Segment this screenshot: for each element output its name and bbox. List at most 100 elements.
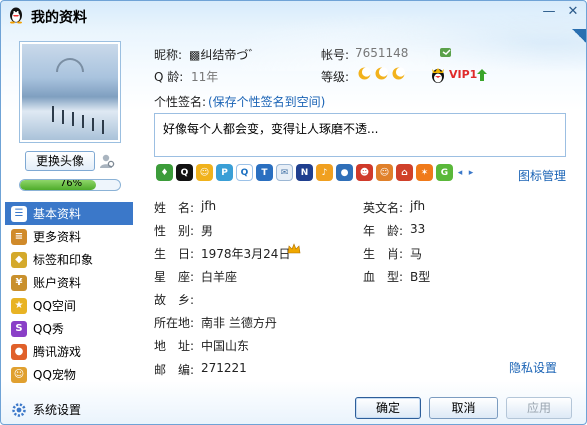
moon-icon [358, 67, 372, 80]
detail-label: 故 乡: [154, 293, 195, 307]
crown-icon [287, 243, 301, 254]
qq-penguin-icon [10, 7, 22, 24]
chevron-right-icon[interactable]: ▸ [467, 164, 475, 181]
change-avatar-button[interactable]: 更换头像 [25, 151, 95, 171]
detail-label: 年 龄: [363, 224, 404, 238]
detail-label: 邮 编: [154, 363, 195, 377]
title-bar[interactable]: 我的资料 — ✕ [1, 1, 586, 29]
sidebar-item-label: 账户资料 [33, 276, 82, 290]
sidebar-item[interactable]: ¥ 账户资料 [5, 271, 133, 294]
qqshow-icon: S [11, 320, 27, 337]
profile-window: 我的资料 — ✕ 更换头像 76% ☰ 基本资料 ≡ 更多资料 ◆ 标签和印象 ¥ 账户资料 ★… [0, 0, 587, 425]
detail-value: 1978年3月24日 [201, 247, 291, 261]
smiley-icon[interactable]: ☺ [196, 164, 213, 181]
detail-value: B型 [410, 270, 431, 284]
detail-label: 血 型: [363, 270, 404, 284]
vip-badge[interactable]: VIP1 [449, 68, 477, 81]
save-signature-link[interactable]: (保存个性签名到空间) [208, 93, 325, 110]
nickname-label: 昵称: [154, 48, 183, 62]
window-title: 我的资料 [31, 10, 87, 26]
id-card-icon: ☰ [11, 205, 27, 222]
detail-label: 英文名: [363, 201, 404, 215]
sidebar-item[interactable]: ★ QQ空间 [5, 294, 133, 317]
notebook-icon: ≡ [11, 228, 27, 245]
mail-icon[interactable]: ✉ [276, 164, 293, 181]
signature-input[interactable]: 好像每个人都会变，变得让人琢磨不透... [154, 113, 566, 157]
system-settings-label: 系统设置 [33, 403, 82, 417]
copy-account-icon[interactable] [439, 46, 453, 59]
cancel-button[interactable]: 取消 [429, 397, 498, 419]
game-icon: ● [11, 343, 27, 360]
sidebar-item[interactable]: ◆ 标签和印象 [5, 248, 133, 271]
nba-icon[interactable]: N [296, 164, 313, 181]
skin-corner-icon[interactable] [572, 29, 586, 43]
progress-text: 76% [59, 179, 83, 189]
detail-value: 南非 兰德方丹 [201, 316, 277, 330]
service-icon-row: ♦ Q ☺ P Q T ✉ N ♪ ● ☻ ☺ ⌂ ✶ G ◂ ▸ [156, 164, 475, 181]
p-icon[interactable]: P [216, 164, 233, 181]
window-controls: — ✕ [538, 3, 584, 21]
ball-icon[interactable]: ● [336, 164, 353, 181]
music-icon[interactable]: ♪ [316, 164, 333, 181]
detail-label: 姓 名: [154, 201, 195, 215]
detail-value: 马 [410, 247, 423, 261]
pet-icon[interactable]: ☻ [356, 164, 373, 181]
person-silhouette-icon[interactable] [99, 153, 115, 169]
sidebar-item-label: QQ空间 [33, 299, 76, 313]
qqshow-icon[interactable]: ☺ [376, 164, 393, 181]
detail-label: 生 肖: [363, 247, 404, 261]
house-icon[interactable]: ⌂ [396, 164, 413, 181]
sidebar-item[interactable]: ≡ 更多资料 [5, 225, 133, 248]
detail-label: 星 座: [154, 270, 195, 284]
account-label: 帐号: [321, 48, 350, 62]
sidebar-item[interactable]: S QQ秀 [5, 317, 133, 340]
arrow-up-icon [477, 69, 487, 81]
sidebar-item-label: 基本资料 [33, 207, 82, 221]
qage-label: Q 龄: [154, 70, 184, 84]
vip-penguin-icon [432, 68, 444, 83]
sidebar-item[interactable]: ☰ 基本资料 [5, 202, 133, 225]
chevron-left-icon[interactable]: ◂ [456, 164, 464, 181]
level-moons [357, 66, 406, 81]
close-button[interactable]: ✕ [562, 3, 584, 21]
profile-completion-bar: 76% [19, 179, 121, 191]
system-settings-link[interactable]: 系统设置 [11, 401, 81, 418]
sidebar-item-label: 标签和印象 [33, 253, 94, 267]
tag-icon: ◆ [11, 251, 27, 268]
ok-button[interactable]: 确定 [355, 397, 421, 419]
sidebar-item[interactable]: ☺ QQ宠物 [5, 363, 133, 386]
avatar [22, 44, 118, 140]
sidebar-item-label: QQ秀 [33, 322, 64, 336]
level-label: 等级: [321, 70, 350, 84]
apply-button[interactable]: 应用 [506, 397, 572, 419]
qzone-icon: ★ [11, 297, 27, 314]
fire-icon[interactable]: ✶ [416, 164, 433, 181]
moon-icon [375, 67, 389, 80]
detail-label: 所在地: [154, 316, 195, 330]
penguin-icon[interactable]: Q [176, 164, 193, 181]
detail-label: 生 日: [154, 247, 195, 261]
detail-label: 性 别: [154, 224, 195, 238]
sidebar-item[interactable]: ● 腾讯游戏 [5, 340, 133, 363]
detail-value: jfh [201, 199, 217, 213]
account-value: 7651148 [355, 46, 409, 60]
signature-label: 个性签名: [154, 95, 207, 109]
minimize-button[interactable]: — [538, 3, 560, 21]
q-plus-icon[interactable]: Q [236, 164, 253, 181]
icon-manage-link[interactable]: 图标管理 [518, 167, 566, 184]
sidebar-nav: ☰ 基本资料 ≡ 更多资料 ◆ 标签和印象 ¥ 账户资料 ★ QQ空间 S QQ秀 ● 腾讯游戏 ☺ QQ宠物 [5, 202, 133, 386]
detail-value: 男 [201, 224, 214, 238]
moon-icon [392, 67, 406, 80]
avatar-frame [19, 41, 121, 143]
shield-icon[interactable]: ♦ [156, 164, 173, 181]
gear-icon [12, 402, 26, 417]
nickname-value: ▩纠结帝づ゛ [189, 48, 261, 62]
game-icon[interactable]: G [436, 164, 453, 181]
t-icon[interactable]: T [256, 164, 273, 181]
detail-value: 中国山东 [201, 339, 250, 353]
sidebar-item-label: 腾讯游戏 [33, 345, 82, 359]
pet-icon: ☺ [11, 366, 27, 383]
detail-label: 地 址: [154, 339, 195, 353]
account-icon: ¥ [11, 274, 27, 291]
privacy-settings-link[interactable]: 隐私设置 [509, 359, 557, 376]
